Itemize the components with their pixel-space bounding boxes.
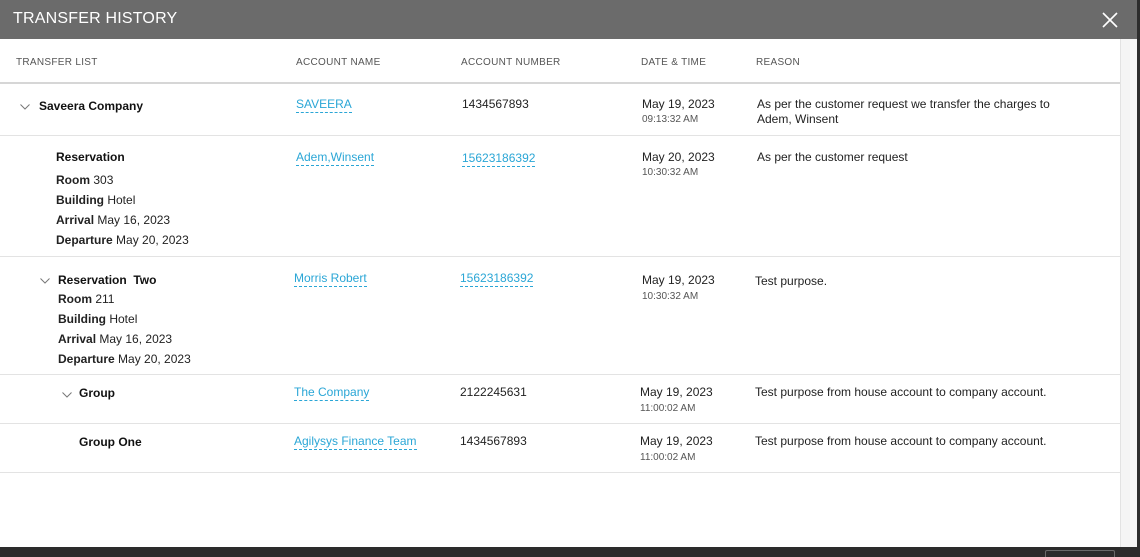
account-name-link[interactable]: SAVEERA: [296, 97, 352, 113]
column-header-transfer-list[interactable]: TRANSFER LIST: [16, 57, 98, 68]
vertical-scrollbar[interactable]: [1120, 39, 1137, 547]
table-row: Saveera Company SAVEERA 1434567893 May 1…: [0, 84, 1120, 136]
building-value: Hotel: [107, 193, 136, 207]
transfer-date: May 20, 2023: [642, 150, 715, 164]
column-header-reason[interactable]: REASON: [756, 57, 800, 68]
transfer-reason: Test purpose from house account to compa…: [755, 434, 1047, 448]
departure-label: Departure: [56, 233, 113, 247]
chevron-down-icon[interactable]: [62, 392, 72, 398]
transfer-reason: As per the customer request: [757, 150, 908, 164]
row-name: Reservation: [56, 150, 125, 164]
transfer-date: May 19, 2023: [642, 97, 715, 111]
footer-button[interactable]: [1045, 550, 1115, 557]
transfer-date: May 19, 2023: [640, 434, 713, 448]
reservation-details: Room 303 Building Hotel Arrival May 16, …: [56, 170, 189, 250]
transfer-time: 11:00:02 AM: [640, 403, 696, 414]
departure-value: May 20, 2023: [116, 233, 189, 247]
transfer-time: 10:30:32 AM: [642, 167, 699, 178]
transfer-reason: As per the customer request we transfer …: [757, 97, 1050, 126]
account-number: 1434567893: [462, 97, 529, 111]
account-name-link[interactable]: Adem,Winsent: [296, 150, 375, 166]
table-row: Reservation Two Room 211 Building Hotel …: [0, 258, 1120, 375]
arrival-value: May 16, 2023: [99, 332, 173, 346]
departure-value: May 20, 2023: [118, 352, 191, 366]
transfer-time: 10:30:32 AM: [642, 291, 699, 302]
column-header-account-name[interactable]: ACCOUNT NAME: [296, 57, 381, 68]
dialog-title: TRANSFER HISTORY: [13, 10, 178, 27]
room-label: Room: [58, 292, 92, 306]
chevron-down-icon[interactable]: [20, 104, 30, 110]
account-number-link[interactable]: 15623186392: [462, 151, 536, 167]
arrival-label: Arrival: [56, 213, 95, 227]
building-label: Building: [58, 312, 106, 326]
transfer-reason: Test purpose from house account to compa…: [755, 385, 1047, 399]
room-label: Room: [56, 173, 90, 187]
row-name: Saveera Company: [39, 99, 144, 113]
room-value: 303: [93, 173, 114, 187]
close-icon[interactable]: [1098, 8, 1122, 32]
transfer-time: 09:13:32 AM: [642, 114, 699, 125]
arrival-value: May 16, 2023: [97, 213, 171, 227]
transfer-history-dialog: TRANSFER HISTORY TRANSFER LIST ACCOUNT N…: [0, 0, 1137, 547]
transfer-reason: Test purpose.: [755, 274, 828, 288]
transfer-time: 11:00:02 AM: [640, 452, 696, 463]
table-row: Group One Agilysys Finance Team 14345678…: [0, 424, 1120, 473]
account-number: 2122245631: [460, 385, 527, 399]
chevron-down-icon[interactable]: [40, 278, 50, 284]
column-header-account-number[interactable]: ACCOUNT NUMBER: [461, 57, 561, 68]
account-number: 1434567893: [460, 434, 527, 448]
table-row: Reservation Room 303 Building Hotel Arri…: [0, 136, 1120, 257]
account-name-link[interactable]: Agilysys Finance Team: [294, 434, 417, 450]
account-number-link[interactable]: 15623186392: [460, 271, 534, 287]
table-row: Group The Company 2122245631 May 19, 202…: [0, 375, 1120, 424]
row-name: Group One: [79, 435, 142, 449]
departure-label: Departure: [58, 352, 115, 366]
column-header-date-time[interactable]: DATE & TIME: [641, 57, 706, 68]
transfer-date: May 19, 2023: [642, 273, 715, 287]
row-name: Group: [79, 386, 115, 400]
transfer-date: May 19, 2023: [640, 385, 713, 399]
dialog-titlebar: TRANSFER HISTORY: [0, 0, 1137, 39]
building-label: Building: [56, 193, 104, 207]
building-value: Hotel: [109, 312, 138, 326]
account-name-link[interactable]: The Company: [294, 385, 370, 401]
reservation-details: Room 211 Building Hotel Arrival May 16, …: [58, 289, 191, 369]
arrival-label: Arrival: [58, 332, 97, 346]
account-name-link[interactable]: Morris Robert: [294, 271, 367, 287]
table-header: TRANSFER LIST ACCOUNT NAME ACCOUNT NUMBE…: [0, 39, 1120, 84]
room-value: 211: [95, 292, 115, 306]
row-name: Reservation Two: [58, 273, 157, 287]
